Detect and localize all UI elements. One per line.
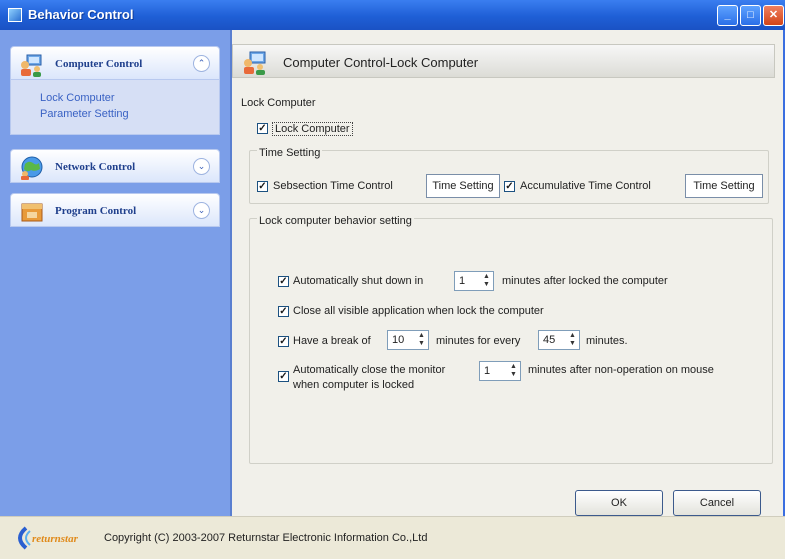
ok-button[interactable]: OK xyxy=(575,490,663,516)
panel-body-computer-control: Lock Computer Parameter Setting xyxy=(10,80,220,135)
panel-header-computer-control[interactable]: Computer Control ⌃ xyxy=(10,46,220,80)
close-monitor-label: Automatically close the monitor xyxy=(293,364,446,376)
break-middle-label: minutes for every xyxy=(436,335,521,347)
sidebar: Computer Control ⌃ Lock Computer Paramet… xyxy=(0,30,232,516)
panel-label: Network Control xyxy=(55,161,136,173)
panel-header-network-control[interactable]: Network Control ⌄ xyxy=(10,149,220,183)
close-apps-checkbox[interactable]: ✓ xyxy=(278,306,289,317)
shutdown-minutes-stepper[interactable]: 1 ▲ ▼ xyxy=(454,271,494,291)
break-minutes-stepper[interactable]: 10 ▲ ▼ xyxy=(387,330,429,350)
chevron-up-icon[interactable]: ⌃ xyxy=(193,55,210,72)
sidebar-item-lock-computer[interactable]: Lock Computer xyxy=(40,90,219,106)
auto-shutdown-label: Automatically shut down in xyxy=(293,275,424,287)
close-button[interactable]: ✕ xyxy=(763,5,784,26)
app-icon xyxy=(8,8,22,22)
auto-shutdown-checkbox[interactable]: ✓ xyxy=(278,276,289,287)
behavior-section-label: Lock computer behavior setting xyxy=(257,215,414,227)
computer-people-icon xyxy=(244,51,266,75)
panel-label: Computer Control xyxy=(55,58,143,70)
returnstar-logo: returnstar xyxy=(18,526,79,550)
stepper-arrows-icon[interactable]: ▲ ▼ xyxy=(508,363,519,379)
stepper-arrows-icon[interactable]: ▲ ▼ xyxy=(481,273,492,289)
panel-label: Program Control xyxy=(55,205,137,217)
break-interval-stepper[interactable]: 45 ▲ ▼ xyxy=(538,330,580,350)
stepper-arrows-icon[interactable]: ▲ ▼ xyxy=(416,332,427,348)
footer: returnstar Copyright (C) 2003-2007 Retur… xyxy=(0,516,785,559)
globe-network-icon xyxy=(21,156,43,180)
panel-computer-control: Computer Control ⌃ Lock Computer Paramet… xyxy=(10,46,220,135)
break-suffix: minutes. xyxy=(586,335,628,347)
close-monitor-line2: when computer is locked xyxy=(293,379,415,391)
accumulative-time-label: Accumulative Time Control xyxy=(520,180,651,192)
break-label: Have a break of xyxy=(293,335,371,347)
main-content: Computer Control-Lock Computer Lock Comp… xyxy=(232,30,785,516)
copyright-text: Copyright (C) 2003-2007 Returnstar Elect… xyxy=(104,532,428,544)
accumulative-time-checkbox[interactable]: ✓ xyxy=(504,181,515,192)
title-bar: Behavior Control _ □ ✕ xyxy=(0,0,785,30)
close-monitor-checkbox[interactable]: ✓ xyxy=(278,371,289,382)
subsection-time-label: Sebsection Time Control xyxy=(273,180,393,192)
auto-shutdown-suffix: minutes after locked the computer xyxy=(502,275,668,287)
chevron-down-icon[interactable]: ⌄ xyxy=(193,158,210,175)
monitor-minutes-stepper[interactable]: 1 ▲ ▼ xyxy=(479,361,521,381)
lock-computer-label[interactable]: Lock Computer xyxy=(272,122,353,136)
sidebar-item-parameter-setting[interactable]: Parameter Setting xyxy=(40,106,219,122)
accumulative-time-setting-button[interactable]: Time Setting xyxy=(685,174,763,198)
lock-computer-checkbox[interactable]: ✓ xyxy=(257,123,268,134)
window-title: Behavior Control xyxy=(28,7,134,22)
subsection-time-setting-button[interactable]: Time Setting xyxy=(426,174,500,198)
panel-program-control: Program Control ⌄ xyxy=(10,193,220,227)
program-box-icon xyxy=(21,203,43,222)
lock-section-label: Lock Computer xyxy=(241,97,316,109)
subsection-time-checkbox[interactable]: ✓ xyxy=(257,181,268,192)
svg-text:returnstar: returnstar xyxy=(32,533,79,545)
break-checkbox[interactable]: ✓ xyxy=(278,336,289,347)
panel-network-control: Network Control ⌄ xyxy=(10,149,220,183)
computer-people-icon xyxy=(21,54,42,77)
page-title: Computer Control-Lock Computer xyxy=(283,55,479,70)
chevron-down-icon[interactable]: ⌄ xyxy=(193,202,210,219)
stepper-arrows-icon[interactable]: ▲ ▼ xyxy=(567,332,578,348)
panel-header-program-control[interactable]: Program Control ⌄ xyxy=(10,193,220,227)
minimize-button[interactable]: _ xyxy=(717,5,738,26)
close-apps-label: Close all visible application when lock … xyxy=(293,305,544,317)
cancel-button[interactable]: Cancel xyxy=(673,490,761,516)
close-monitor-suffix: minutes after non-operation on mouse xyxy=(528,364,714,376)
page-header: Computer Control-Lock Computer xyxy=(232,44,775,78)
maximize-button[interactable]: □ xyxy=(740,5,761,26)
time-setting-label: Time Setting xyxy=(257,147,323,159)
